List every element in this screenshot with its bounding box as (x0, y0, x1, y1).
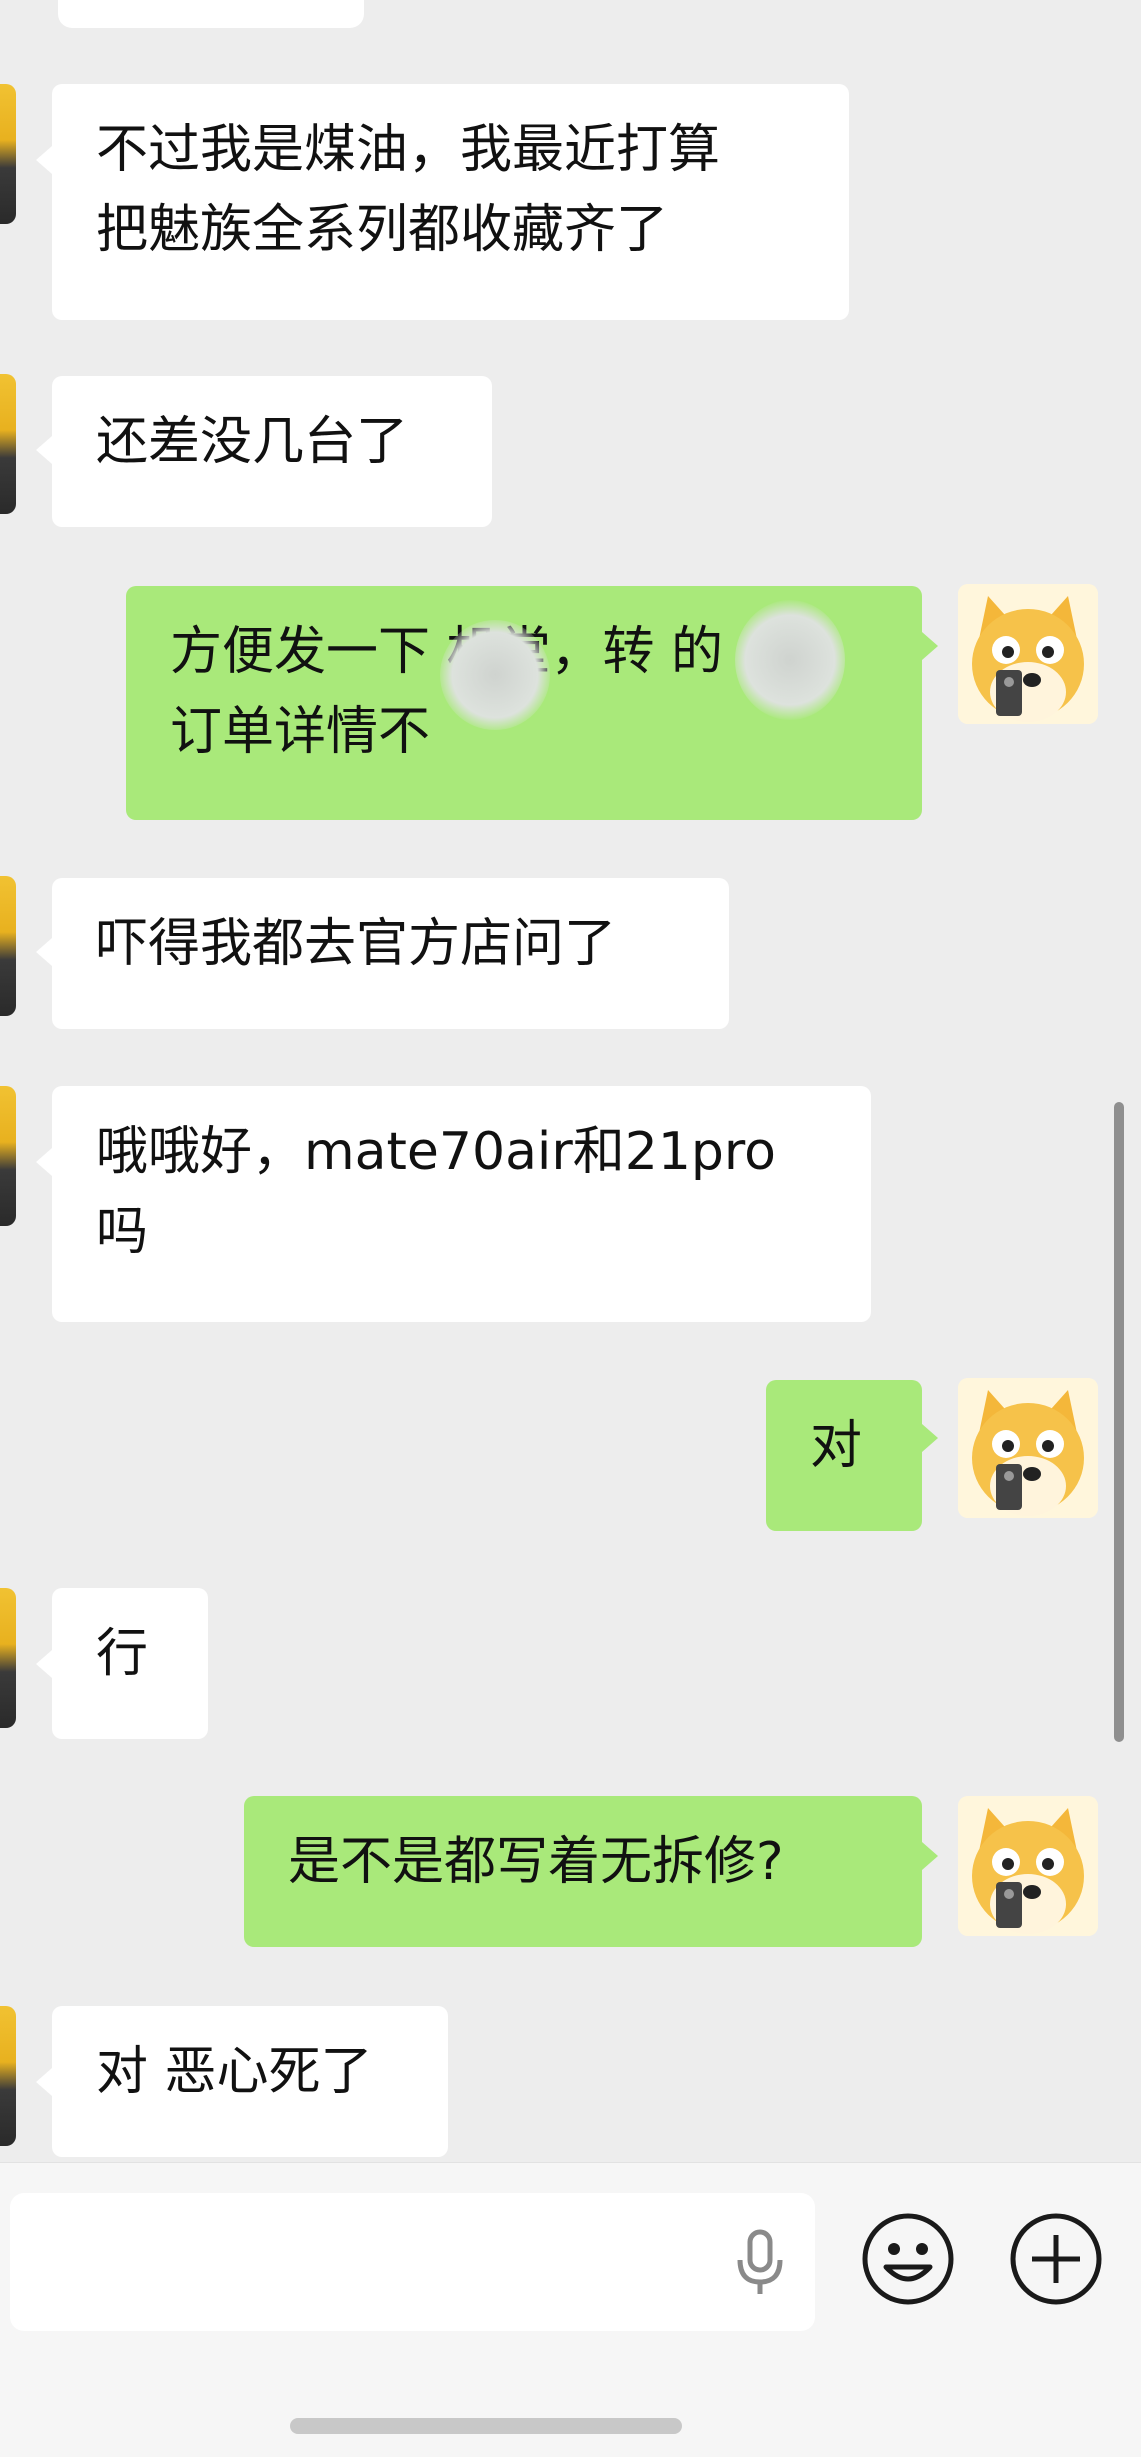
user-avatar[interactable] (958, 1378, 1098, 1518)
contact-avatar[interactable] (0, 1086, 16, 1226)
message-text: 对 恶心死了 (96, 2042, 373, 2102)
message-text: 哦哦好，mate70air和21pro (96, 1122, 776, 1182)
message-bubble[interactable]: 还差没几台了 (52, 376, 492, 527)
message-bubble[interactable]: 是不是都写着无拆修? (244, 1796, 922, 1947)
message-text: 把魅族全系列都收藏齐了 (96, 200, 669, 260)
contact-avatar[interactable] (0, 1588, 16, 1728)
input-bar (0, 2162, 1141, 2457)
message-text: 吓得我都去官方店问了 (96, 914, 617, 974)
previous-message-fragment (58, 0, 364, 28)
message-text: 吗 (96, 1202, 149, 1262)
shiba-dog-icon (958, 584, 1098, 724)
user-avatar[interactable] (958, 584, 1098, 724)
redaction-blur (735, 600, 845, 720)
plus-icon[interactable] (1008, 2211, 1104, 2307)
home-indicator[interactable] (290, 2418, 682, 2434)
contact-avatar[interactable] (0, 84, 16, 224)
message-bubble[interactable]: 不过我是煤油，我最近打算 把魅族全系列都收藏齐了 (52, 84, 849, 320)
message-text: 是不是都写着无拆修? (288, 1832, 784, 1892)
message-bubble[interactable]: 对 (766, 1380, 922, 1531)
contact-avatar[interactable] (0, 876, 16, 1016)
message-input[interactable] (10, 2193, 815, 2331)
shiba-dog-icon (958, 1796, 1098, 1936)
message-text: 还差没几台了 (96, 412, 409, 472)
message-bubble[interactable]: 哦哦好，mate70air和21pro 吗 (52, 1086, 871, 1322)
message-text: 对 (810, 1416, 863, 1476)
message-bubble[interactable]: 吓得我都去官方店问了 (52, 878, 729, 1029)
message-bubble[interactable]: 行 (52, 1588, 208, 1739)
message-text: 行 (96, 1624, 149, 1684)
redaction-blur (440, 620, 550, 730)
emoji-icon[interactable] (860, 2211, 956, 2307)
microphone-icon[interactable] (730, 2228, 790, 2298)
message-text: 不过我是煤油，我最近打算 (96, 120, 721, 180)
contact-avatar[interactable] (0, 2006, 16, 2146)
message-bubble[interactable]: 对 恶心死了 (52, 2006, 448, 2157)
user-avatar[interactable] (958, 1796, 1098, 1936)
shiba-dog-icon (958, 1378, 1098, 1518)
scrollbar[interactable] (1114, 1102, 1124, 1742)
chat-area[interactable]: 不过我是煤油，我最近打算 把魅族全系列都收藏齐了 还差没几台了 方便发一下 机堂… (0, 0, 1141, 2162)
contact-avatar[interactable] (0, 374, 16, 514)
